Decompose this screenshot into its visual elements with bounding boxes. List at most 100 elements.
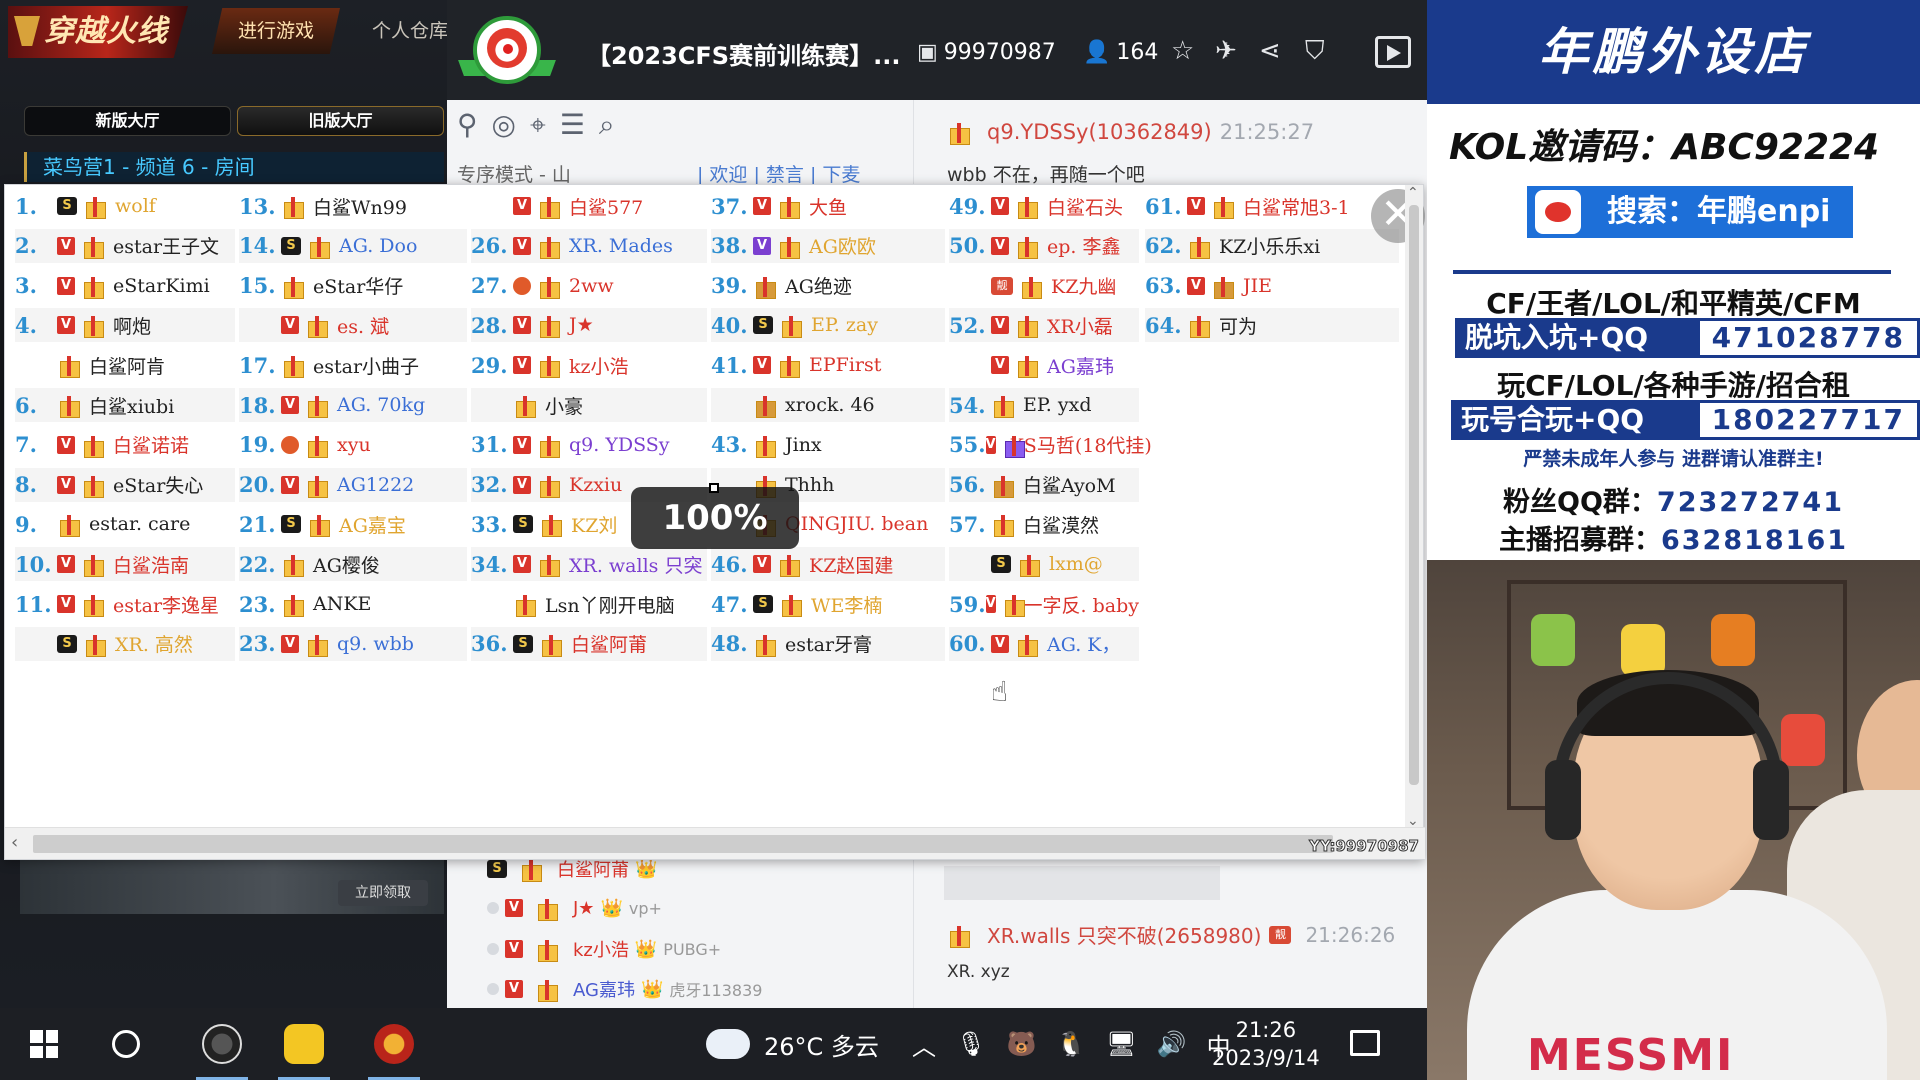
list-icon[interactable]: ☰: [560, 108, 585, 142]
list-item[interactable]: 61. V 白鲨常旭3-1: [1145, 189, 1399, 223]
taskbar-app-obs[interactable]: [190, 1008, 254, 1080]
location-icon[interactable]: ⌖: [530, 108, 546, 142]
list-item[interactable]: 49. V 白鲨石头: [949, 189, 1139, 223]
list-item[interactable]: 55. V KS马哲(18代挂): [949, 428, 1152, 462]
list-item[interactable]: 靓 KZ九幽: [949, 269, 1139, 303]
list-item[interactable]: 白鲨阿肯: [15, 348, 235, 382]
list-item[interactable]: 64. 可为: [1145, 308, 1399, 343]
list-item[interactable]: 15. eStar华仔: [239, 269, 467, 303]
list-item[interactable]: 26. V XR. Mades: [471, 228, 707, 263]
list-item[interactable]: 18. V AG. 70kg: [239, 388, 467, 422]
start-button[interactable]: [18, 1008, 70, 1080]
list-item[interactable]: xrock. 46: [711, 388, 945, 422]
list-item[interactable]: 41. V EPFirst: [711, 348, 945, 382]
list-item[interactable]: 31. Vq9. YDSSy: [471, 428, 707, 462]
list-item[interactable]: 48. estar牙膏: [711, 626, 945, 661]
list-item[interactable]: 43. Jinx: [711, 428, 945, 462]
taskbar-app-cf[interactable]: [362, 1008, 426, 1080]
mic-mode-links[interactable]: | 欢迎 | 禁言 | 下麦: [697, 164, 860, 186]
chevron-up-icon[interactable]: ︿: [912, 1027, 936, 1062]
scroll-left-icon[interactable]: ‹: [11, 832, 18, 853]
list-item[interactable]: 23. Vq9. wbb: [239, 626, 467, 661]
list-item[interactable]: 46. V KZ赵国建: [711, 547, 945, 582]
claim-button[interactable]: 立即领取: [338, 880, 428, 906]
profile-icon[interactable]: ⚲: [457, 108, 478, 142]
scroll-up-icon[interactable]: ⌃: [1407, 185, 1419, 201]
list-item[interactable]: 62. KZ小乐乐xi: [1145, 228, 1399, 263]
list-item[interactable]: 8. VeStar失心: [15, 467, 235, 502]
scroll-thumb[interactable]: [33, 835, 1333, 853]
list-item[interactable]: 23. ANKE: [239, 587, 467, 621]
list-item[interactable]: 50. Vep. 李鑫: [949, 228, 1139, 263]
list-item[interactable]: 54. EP. yxd: [949, 388, 1139, 422]
search-button[interactable]: [100, 1008, 152, 1080]
list-item[interactable]: 28. V J★: [471, 308, 707, 343]
list-item[interactable]: 38. V AG欧欧: [711, 228, 945, 263]
list-item[interactable]: 39. AG绝迹: [711, 269, 945, 303]
list-item[interactable]: V 白鲨577: [471, 189, 707, 223]
voice-icon[interactable]: ◎: [492, 108, 516, 142]
list-item[interactable]: 29. Vkz小浩: [471, 348, 707, 382]
microphone-icon[interactable]: 🎙: [956, 1030, 986, 1058]
exit-room-icon[interactable]: [1375, 36, 1411, 68]
tab-new-hall[interactable]: 新版大厅: [24, 106, 231, 136]
list-item[interactable]: 14. S AG. Doo: [239, 228, 467, 263]
streamer-avatar[interactable]: [458, 14, 556, 90]
qq-tray-icon[interactable]: 🐧: [1056, 1030, 1086, 1058]
list-item[interactable]: 20. V AG1222: [239, 467, 467, 502]
taskbar-app-yy[interactable]: [272, 1008, 336, 1080]
list-item[interactable]: 36. S 白鲨阿莆: [471, 626, 707, 661]
list-item[interactable]: 52. V XR小磊: [949, 308, 1139, 343]
yy-tray-icon[interactable]: 🐻: [1006, 1030, 1036, 1058]
network-icon[interactable]: 🖥: [1106, 1030, 1136, 1058]
list-item[interactable]: 9. estar. care: [15, 507, 235, 541]
taskbar-clock[interactable]: 21:26 2023/9/14: [1212, 1016, 1320, 1072]
vertical-scrollbar[interactable]: ⌃ ⌄: [1405, 185, 1423, 829]
list-item[interactable]: 59. V 一字反. baby: [949, 587, 1139, 621]
tab-old-hall[interactable]: 旧版大厅: [237, 106, 444, 136]
list-item[interactable]: 10. V 白鲨浩南: [15, 547, 235, 582]
chat-input-area[interactable]: [944, 866, 1220, 900]
list-item[interactable]: 13. 白鲨Wn99: [239, 189, 467, 223]
list-item[interactable]: 47. S WE李楠: [711, 587, 945, 621]
list-item[interactable]: 小豪: [471, 388, 707, 422]
fan-row[interactable]: V J★ 👑 vp+: [487, 896, 662, 921]
list-item[interactable]: 19. xyu: [239, 428, 467, 462]
star-icon[interactable]: ☆: [1171, 36, 1194, 66]
list-item[interactable]: 22. AG樱俊: [239, 547, 467, 582]
scroll-thumb[interactable]: [1409, 205, 1419, 785]
list-item[interactable]: 2. Vestar王子文: [15, 228, 235, 263]
list-item[interactable]: 40. S EP. zay: [711, 308, 945, 343]
notification-icon[interactable]: [1350, 1030, 1380, 1056]
list-item[interactable]: Ves. 斌: [239, 308, 467, 343]
chat-user[interactable]: q9.YDSSy(10362849): [987, 120, 1212, 144]
chat-user[interactable]: XR.walls 只突不破(2658980): [987, 920, 1261, 949]
list-item[interactable]: Slxm@: [949, 547, 1139, 582]
list-item[interactable]: 4. V 啊炮: [15, 308, 235, 343]
share-icon[interactable]: ⋖: [1259, 36, 1281, 66]
list-item[interactable]: 27. 2ww: [471, 269, 707, 303]
list-item[interactable]: 7. V 白鲨诺诺: [15, 428, 235, 462]
list-item[interactable]: 1. Swolf: [15, 189, 235, 223]
list-item[interactable]: 37. V 大鱼: [711, 189, 945, 223]
plane-icon[interactable]: ✈: [1215, 36, 1237, 66]
list-item[interactable]: 6. 白鲨xiubi: [15, 388, 235, 422]
list-item[interactable]: 17. estar小曲子: [239, 348, 467, 382]
fan-row[interactable]: V kz小浩 👑 PUBG+: [487, 936, 721, 962]
list-item[interactable]: 3. VeStarKimi: [15, 269, 235, 303]
list-item[interactable]: 60. V AG. K，: [949, 626, 1139, 661]
list-item[interactable]: 21. S AG嘉宝: [239, 507, 467, 541]
volume-icon[interactable]: 🔊: [1157, 1030, 1187, 1058]
fan-row[interactable]: V AG嘉玮 👑 虎牙113839: [487, 976, 762, 1002]
list-item[interactable]: V AG嘉玮: [949, 348, 1139, 382]
list-item[interactable]: S XR. 高然: [15, 626, 235, 661]
list-item[interactable]: 34. V XR. walls 只突: [471, 547, 707, 582]
list-item[interactable]: 11. Vestar李逸星: [15, 587, 235, 621]
search-icon[interactable]: ⌕: [599, 108, 615, 142]
weather-widget[interactable]: 26°C 多云: [706, 1008, 879, 1080]
horizontal-scrollbar[interactable]: ‹ YY:99970987: [5, 827, 1425, 859]
list-item[interactable]: 56. 白鲨AyoM: [949, 467, 1139, 502]
tab-personal-storage[interactable]: 个人仓库: [360, 8, 460, 54]
list-item[interactable]: 63. V JIE: [1145, 269, 1399, 303]
tab-play-game[interactable]: 进行游戏: [212, 8, 340, 54]
